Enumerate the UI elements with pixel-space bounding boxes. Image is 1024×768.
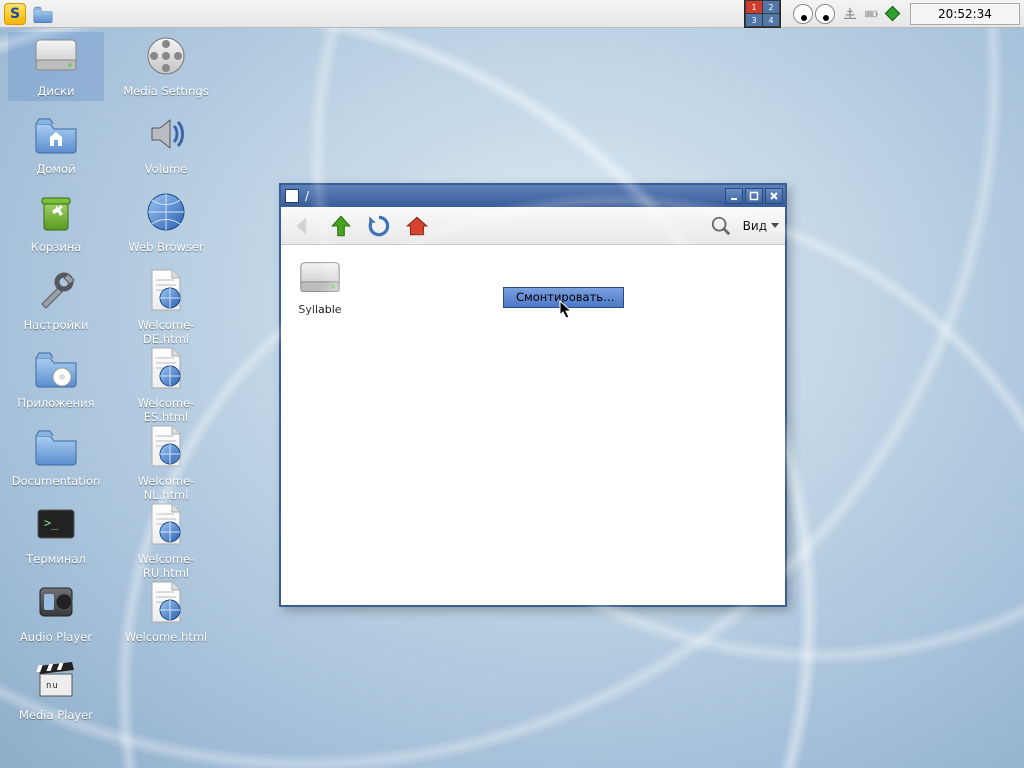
desktop-icon-label: Media Player [8, 708, 104, 722]
clock[interactable]: 20:52:34 [910, 3, 1020, 25]
desktop-icon-label: Настройки [8, 318, 104, 332]
desktop-icon-label: Домой [8, 162, 104, 176]
desktop-icon-audio[interactable]: Audio Player [8, 578, 104, 644]
desktop-icon-welcome-ru[interactable]: Welcome-RU.html [118, 500, 214, 580]
tray-diamond-icon[interactable] [885, 6, 901, 22]
desktop-icon-label: Web Browser [118, 240, 214, 254]
desktop-icon-label: Welcome.html [118, 630, 214, 644]
start-button[interactable]: S [4, 3, 26, 25]
desktop-icon-label: Корзина [8, 240, 104, 254]
speaker-icon [142, 110, 190, 158]
htmlfile-icon [142, 422, 190, 470]
view-menu[interactable]: Вид [743, 219, 779, 233]
desktop-icon-label: Welcome-RU.html [118, 552, 214, 580]
desktop-icon-volume[interactable]: Volume [118, 110, 214, 176]
desktop-icon-welcome[interactable]: Welcome.html [118, 578, 214, 644]
desktop-icon-browser[interactable]: Web Browser [118, 188, 214, 254]
desktop-icon-welcome-es[interactable]: Welcome-ES.html [118, 344, 214, 424]
terminal-icon [32, 500, 80, 548]
homefolder-icon [32, 110, 80, 158]
context-menu-item-label: Смонтировать… [516, 290, 615, 304]
workspace-4[interactable]: 4 [763, 14, 779, 26]
desktop-icon-mediasettings[interactable]: Media Settings [118, 32, 214, 98]
reel-icon [142, 32, 190, 80]
dropdown-icon [771, 223, 779, 228]
desktop-icon-settings[interactable]: Настройки [8, 266, 104, 332]
close-button[interactable] [765, 188, 783, 204]
desktop-icon-label: Диски [8, 84, 104, 98]
desktop-icon-welcome-nl[interactable]: Welcome-NL.html [118, 422, 214, 502]
network-icon[interactable] [843, 7, 857, 21]
maximize-button[interactable] [745, 188, 763, 204]
taskbar: S 1 2 3 4 20:52:34 [0, 0, 1024, 28]
htmlfile-icon [142, 578, 190, 626]
desktop-icon-label: Welcome-ES.html [118, 396, 214, 424]
context-menu: Смонтировать… [503, 287, 624, 308]
workspace-3[interactable]: 3 [746, 14, 762, 26]
clapper-icon [32, 656, 80, 704]
drive-item-syllable[interactable]: Syllable [287, 255, 353, 316]
desktop-icon-terminal[interactable]: Терминал [8, 500, 104, 566]
desktop-icon-label: Documentation [8, 474, 104, 488]
tools-icon [32, 266, 80, 314]
globe-icon [142, 188, 190, 236]
workspace-pager[interactable]: 1 2 3 4 [744, 0, 781, 28]
toolbar: Вид [281, 207, 785, 245]
desktop-icon-docs[interactable]: Documentation [8, 422, 104, 488]
drive-item-label: Syllable [287, 303, 353, 316]
back-button[interactable] [287, 211, 319, 241]
desktop-icon-disks[interactable]: Диски [8, 32, 104, 101]
htmlfile-icon [142, 266, 190, 314]
desktop-icon-label: Volume [118, 162, 214, 176]
drive-icon [297, 255, 343, 301]
reload-button[interactable] [363, 211, 395, 241]
audio-icon [32, 578, 80, 626]
window-title: / [305, 189, 719, 203]
search-button[interactable] [705, 211, 737, 241]
workspace-2[interactable]: 2 [763, 1, 779, 13]
desktop-icon-trash[interactable]: Корзина [8, 188, 104, 254]
workspace-1[interactable]: 1 [746, 1, 762, 13]
drive-icon [32, 32, 80, 80]
home-button[interactable] [401, 211, 433, 241]
window-icon [285, 189, 299, 203]
eyes-applet[interactable] [793, 4, 835, 24]
battery-icon[interactable] [865, 7, 879, 21]
folder-icon [32, 422, 80, 470]
desktop-icon-label: Welcome-DE.html [118, 318, 214, 346]
desktop-icon-label: Терминал [8, 552, 104, 566]
desktop-icon-apps[interactable]: Приложения [8, 344, 104, 410]
htmlfile-icon [142, 500, 190, 548]
htmlfile-icon [142, 344, 190, 392]
desktop-icon-home[interactable]: Домой [8, 110, 104, 176]
context-menu-item-mount[interactable]: Смонтировать… [503, 287, 624, 308]
system-tray [785, 4, 906, 24]
desktop-icon-media[interactable]: Media Player [8, 656, 104, 722]
desktop-icon-label: Welcome-NL.html [118, 474, 214, 502]
appfolder-icon [32, 344, 80, 392]
file-manager-window[interactable]: / Вид Syllable [279, 183, 787, 607]
minimize-button[interactable] [725, 188, 743, 204]
desktop-icon-label: Приложения [8, 396, 104, 410]
up-button[interactable] [325, 211, 357, 241]
clock-time: 20:52:34 [938, 7, 992, 21]
taskbar-file-manager-button[interactable] [32, 3, 54, 25]
desktop-icon-label: Media Settings [118, 84, 214, 98]
window-titlebar[interactable]: / [281, 185, 785, 207]
view-menu-label: Вид [743, 219, 767, 233]
trash-icon [32, 188, 80, 236]
desktop-icon-label: Audio Player [8, 630, 104, 644]
desktop-icon-welcome-de[interactable]: Welcome-DE.html [118, 266, 214, 346]
